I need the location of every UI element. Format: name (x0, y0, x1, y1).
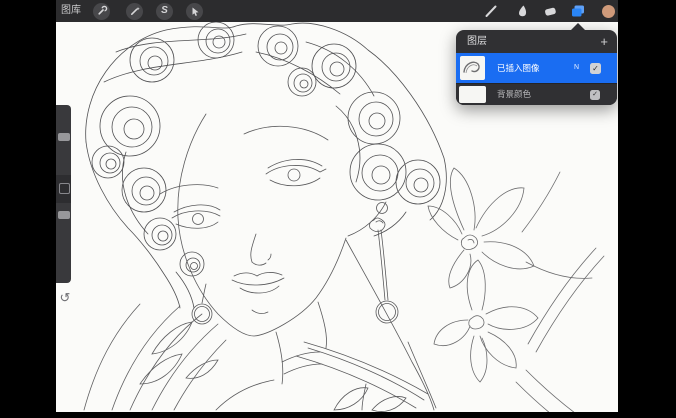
orchid-flowers (427, 167, 605, 412)
blend-mode-badge[interactable]: N (574, 53, 579, 83)
layer-visibility-checkbox[interactable]: ✓ (590, 62, 601, 74)
layers-panel-caret (571, 23, 585, 30)
transform-button[interactable] (186, 2, 203, 20)
selections-button[interactable]: S (156, 2, 173, 20)
layers-button[interactable] (570, 3, 586, 19)
undo-icon[interactable]: ↺ (57, 290, 73, 306)
color-swatch (601, 4, 615, 18)
earrings (191, 202, 399, 325)
brush-sidebar (56, 105, 71, 283)
smudge-icon (519, 5, 527, 17)
opacity-slider[interactable] (57, 211, 70, 219)
face-lines (159, 113, 347, 385)
layer-thumbnail (460, 56, 485, 80)
layer-visibility-checkbox[interactable]: ✓ (590, 89, 600, 100)
transform-arrow-icon (192, 7, 198, 16)
layer-name: 背景颜色 (497, 89, 532, 99)
background-layer-thumbnail (459, 86, 486, 103)
layers-panel-title: 图层 (467, 36, 487, 47)
actions-button[interactable] (93, 2, 110, 20)
layers-panel: 图层 + 已插入图像 N ✓ 背景颜色 ✓ (456, 30, 617, 105)
selection-s-icon: S (161, 5, 168, 16)
procreate-app: 图库 S ↺ 图层 + 已插入图像 N ✓ 背景颜色 ✓ (56, 0, 618, 412)
dress-collar (215, 239, 437, 412)
magic-wand-icon (130, 7, 140, 15)
eraser-icon (545, 7, 556, 16)
color-button[interactable] (600, 3, 616, 19)
brush-icon (485, 5, 497, 17)
smudge-button[interactable] (514, 3, 530, 19)
add-layer-button[interactable]: + (600, 30, 608, 53)
layers-panel-header: 图层 + (456, 30, 617, 53)
adjustments-button[interactable] (126, 2, 143, 20)
hair-curls (85, 22, 447, 309)
brush-button[interactable] (483, 3, 499, 19)
hand-lines (83, 303, 227, 411)
layer-row-background-color[interactable]: 背景颜色 ✓ (456, 83, 617, 105)
drawing-canvas[interactable]: ↺ 图层 + 已插入图像 N ✓ 背景颜色 ✓ (56, 22, 618, 412)
top-toolbar: 图库 S (56, 0, 618, 22)
layers-icon (572, 5, 584, 17)
brush-size-slider[interactable] (57, 133, 70, 141)
eraser-button[interactable] (542, 3, 558, 19)
gallery-button[interactable]: 图库 (61, 0, 81, 22)
wrench-icon (97, 5, 107, 15)
layer-row-inserted-image[interactable]: 已插入图像 N ✓ (456, 53, 617, 83)
modify-button[interactable] (58, 183, 70, 194)
layer-name: 已插入图像 (497, 63, 540, 73)
